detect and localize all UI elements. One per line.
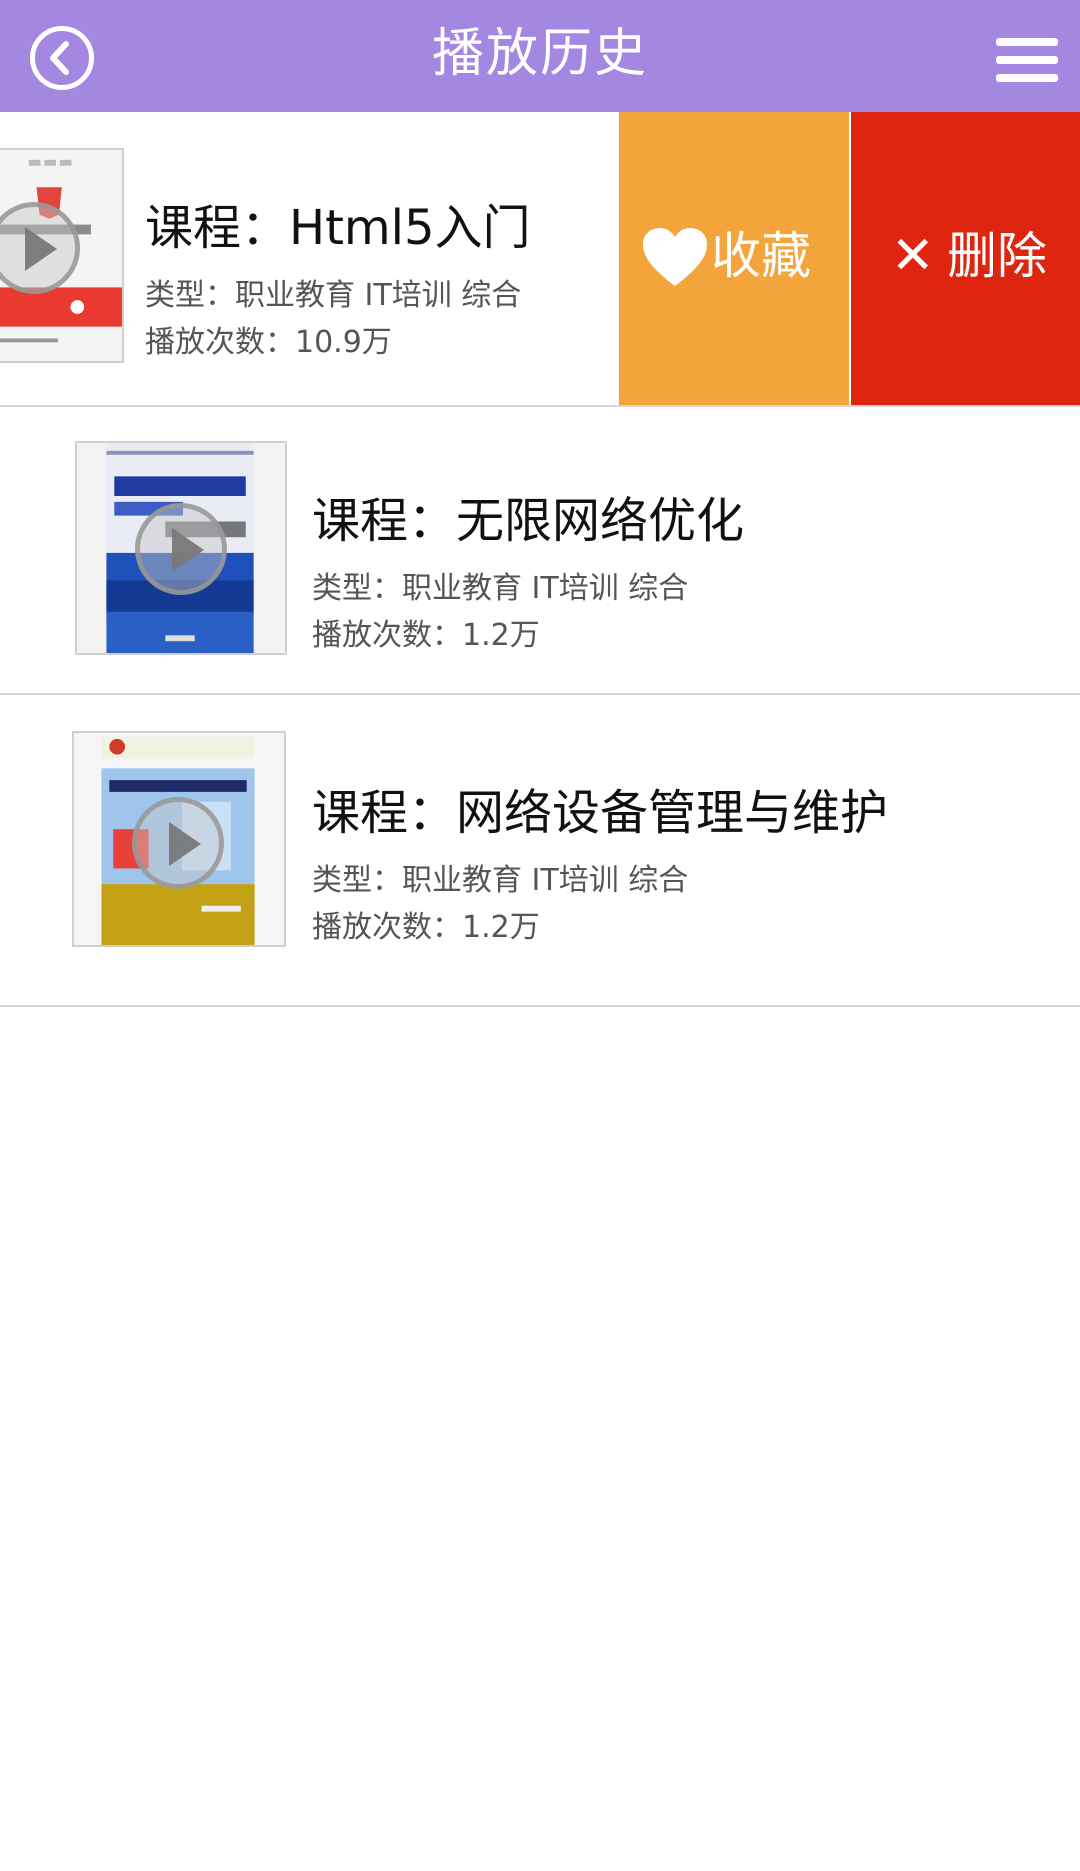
course-play-count: 播放次数：1.2万 [312,618,540,653]
delete-label: 删除 [947,227,1047,285]
menu-bar-icon [996,56,1058,64]
list-item[interactable]: 课程：网络设备管理与维护 类型：职业教育 IT培训 综合 播放次数：1.2万 [0,695,1080,1007]
chevron-left-icon [50,41,69,75]
delete-button[interactable]: ✕ 删除 [851,112,1080,405]
top-app-bar: 播放历史 [0,0,1080,112]
course-thumbnail[interactable] [0,148,124,363]
favorite-button[interactable]: 收藏 [619,112,849,405]
back-button[interactable] [30,26,94,90]
favorite-label: 收藏 [711,227,811,285]
menu-bar-icon [996,74,1058,82]
course-thumbnail[interactable] [72,731,286,947]
course-title: 课程：Html5入门 [145,200,531,256]
menu-bar-icon [996,38,1058,46]
course-play-count: 播放次数：10.9万 [145,325,392,360]
course-title: 课程：无限网络优化 [312,493,745,549]
course-thumbnail[interactable] [75,441,287,655]
heart-icon [643,228,707,286]
course-title: 课程：网络设备管理与维护 [312,785,889,841]
page-title: 播放历史 [431,24,648,84]
course-type: 类型：职业教育 IT培训 综合 [312,863,689,898]
history-list: 课程：Html5入门 类型：职业教育 IT培训 综合 播放次数：10.9万 收藏… [0,112,1080,1007]
close-icon: ✕ [891,226,935,286]
course-type: 类型：职业教育 IT培训 综合 [312,571,689,606]
list-item[interactable]: 课程：Html5入门 类型：职业教育 IT培训 综合 播放次数：10.9万 收藏… [0,112,1080,407]
play-icon [132,797,224,889]
list-item[interactable]: 课程：无限网络优化 类型：职业教育 IT培训 综合 播放次数：1.2万 [0,407,1080,695]
play-icon [135,503,227,595]
menu-button[interactable] [996,36,1060,84]
course-play-count: 播放次数：1.2万 [312,910,540,945]
course-type: 类型：职业教育 IT培训 综合 [145,278,522,313]
